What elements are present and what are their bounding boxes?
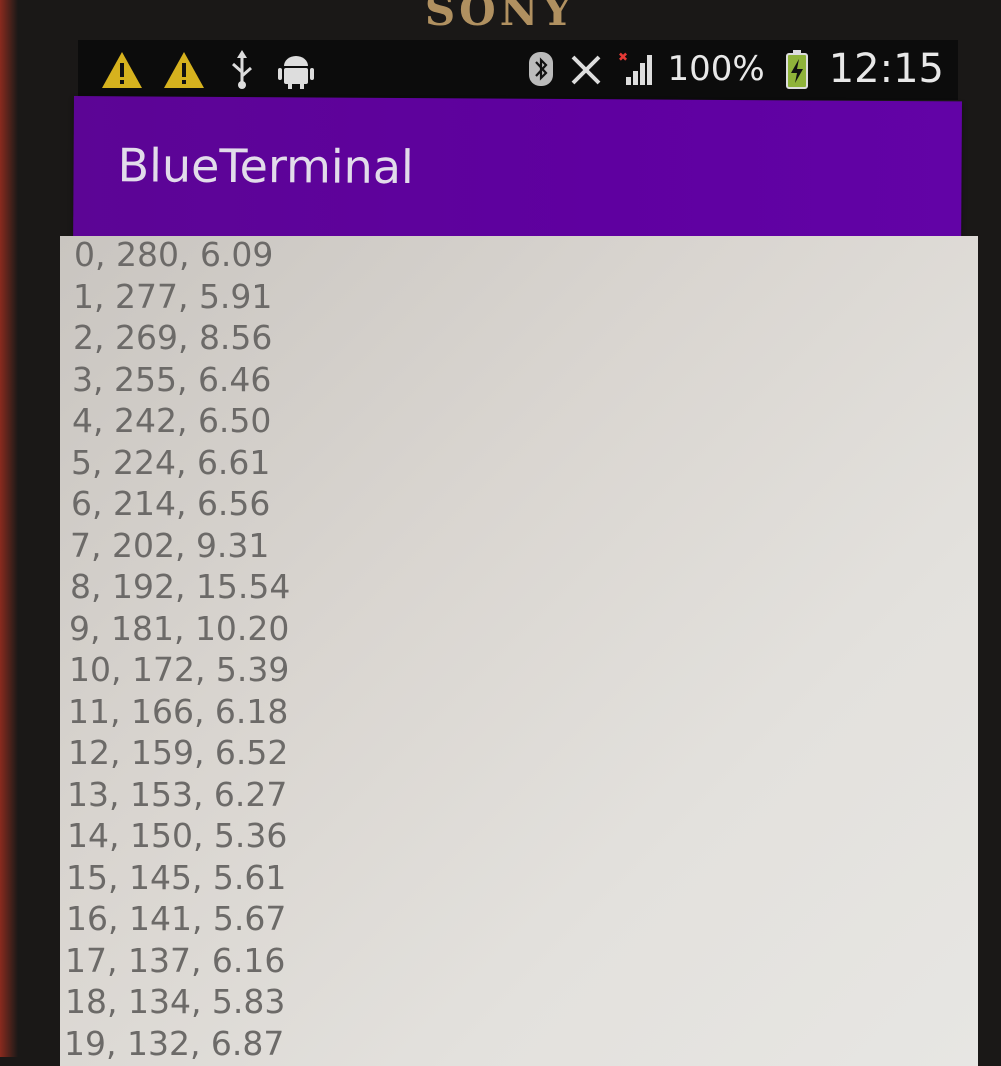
terminal-line: 12, 159, 6.52: [68, 734, 290, 776]
terminal-line: 7, 202, 9.31: [70, 527, 290, 569]
terminal-line: 19, 132, 6.87: [64, 1025, 290, 1066]
terminal-line: 8, 192, 15.54: [70, 568, 290, 610]
status-bar: ✖ 100% 12:15: [78, 40, 958, 100]
system-icons: ✖ 100% 12:15: [528, 46, 944, 92]
terminal-line: 10, 172, 5.39: [69, 651, 290, 693]
warning-icon: [100, 50, 144, 90]
terminal-line: 3, 255, 6.46: [72, 361, 290, 403]
app-toolbar: BlueTerminal: [73, 96, 962, 241]
usb-icon: [224, 50, 260, 90]
status-clock: 12:15: [829, 46, 944, 92]
terminal-line: 1, 277, 5.91: [73, 278, 290, 320]
svg-text:✖: ✖: [618, 50, 628, 64]
terminal-line: 13, 153, 6.27: [67, 776, 290, 818]
terminal-line: 4, 242, 6.50: [72, 402, 290, 444]
warning-icon: [162, 50, 206, 90]
device-brand-logo: SONY: [0, 0, 1001, 35]
terminal-line: 18, 134, 5.83: [65, 983, 290, 1025]
battery-percent: 100%: [668, 49, 765, 89]
app-title: BlueTerminal: [117, 138, 414, 194]
android-debug-icon: [278, 50, 314, 90]
terminal-line: 11, 166, 6.18: [68, 693, 290, 735]
phone-bezel: [0, 0, 18, 1057]
terminal-line: 17, 137, 6.16: [65, 942, 290, 984]
notification-icons: [100, 50, 314, 90]
terminal-line: 6, 214, 6.56: [71, 485, 290, 527]
terminal-line: 16, 141, 5.67: [66, 900, 290, 942]
terminal-line: 2, 269, 8.56: [73, 319, 290, 361]
terminal-line-list: 0, 280, 6.091, 277, 5.912, 269, 8.563, 2…: [74, 236, 290, 1066]
bluetooth-icon: [528, 51, 554, 87]
vibrate-icon: [568, 49, 604, 89]
battery-charging-icon: [779, 49, 815, 89]
no-sim-signal-icon: ✖: [618, 49, 654, 89]
terminal-line: 15, 145, 5.61: [66, 859, 290, 901]
terminal-line: 9, 181, 10.20: [69, 610, 290, 652]
terminal-output[interactable]: 0, 280, 6.091, 277, 5.912, 269, 8.563, 2…: [60, 236, 978, 1066]
terminal-line: 0, 280, 6.09: [74, 236, 290, 278]
terminal-line: 5, 224, 6.61: [71, 444, 290, 486]
terminal-line: 14, 150, 5.36: [67, 817, 290, 859]
